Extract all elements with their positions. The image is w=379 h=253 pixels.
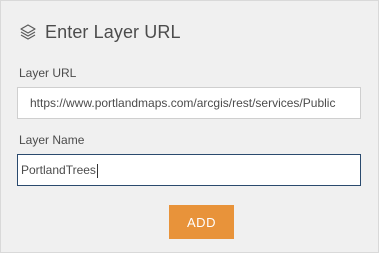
layer-name-input[interactable]: PortlandTrees	[17, 154, 361, 186]
layer-url-value: https://www.portlandmaps.com/arcgis/rest…	[30, 96, 336, 110]
layers-icon	[19, 23, 37, 41]
enter-layer-url-panel: Enter Layer URL Layer URL https://www.po…	[0, 0, 379, 253]
panel-header: Enter Layer URL	[19, 20, 181, 44]
add-button[interactable]: ADD	[169, 205, 234, 239]
layer-url-label: Layer URL	[19, 66, 77, 80]
layer-name-value: PortlandTrees	[21, 163, 96, 177]
panel-title: Enter Layer URL	[45, 21, 181, 42]
layer-name-label: Layer Name	[19, 133, 85, 147]
layer-url-input[interactable]: https://www.portlandmaps.com/arcgis/rest…	[17, 87, 361, 119]
text-cursor	[96, 163, 98, 178]
